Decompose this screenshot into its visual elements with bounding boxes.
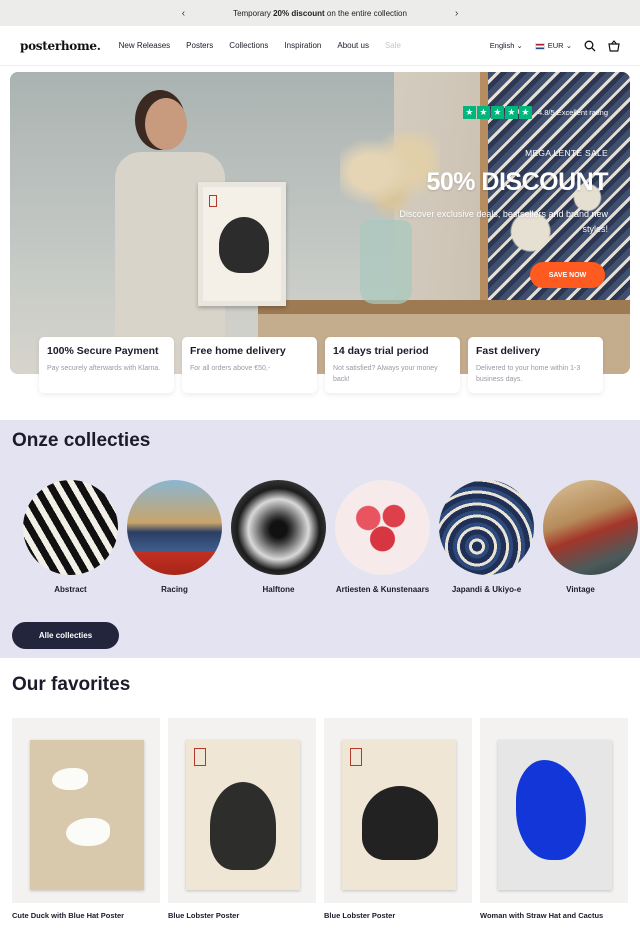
collection-image — [439, 480, 534, 575]
collection-abstract[interactable]: Abstract — [23, 480, 118, 596]
nav-sale[interactable]: Sale — [385, 41, 401, 50]
feature-title: Fast delivery — [476, 345, 541, 357]
collection-label: Artiesten & Kunstenaars — [335, 585, 430, 594]
header-actions: English ⌄ EUR ⌄ — [490, 39, 620, 52]
collections-carousel: Abstract Racing Halftone Artiesten & Kun… — [23, 480, 638, 596]
feature-title: 14 days trial period — [333, 345, 429, 357]
collections-section: Onze collecties Abstract Racing Halftone… — [0, 420, 640, 658]
collection-label: Vintage — [566, 585, 595, 594]
hero-subtext: Discover exclusive deals, bestsellers an… — [399, 209, 608, 235]
collection-label: Halftone — [262, 585, 295, 594]
collection-image — [23, 480, 118, 575]
chevron-down-icon: ⌄ — [516, 41, 523, 50]
product-card[interactable]: Woman with Straw Hat and Cactus — [480, 718, 628, 920]
language-selector[interactable]: English ⌄ — [490, 41, 523, 50]
basket-icon[interactable] — [608, 39, 620, 52]
nav-new-releases[interactable]: New Releases — [119, 41, 171, 50]
feature-text: Delivered to your home within 1-3 busine… — [476, 365, 581, 383]
hero-banner: ★ ★ ★ ★ ★ 4.8/5 Excellent rating MEGA LE… — [10, 72, 630, 374]
collection-vintage[interactable]: Vintage — [543, 480, 638, 596]
trustpilot-rating[interactable]: ★ ★ ★ ★ ★ 4.8/5 Excellent rating — [462, 106, 608, 119]
collection-image — [231, 480, 326, 575]
announcement-prefix: Temporary — [233, 8, 274, 18]
feature-text: For all orders above €50,- — [190, 365, 271, 372]
hero-frog — [219, 217, 269, 273]
feature-trial-period: 14 days trial period Not satisfied? Alwa… — [325, 337, 460, 393]
feature-text: Not satisfied? Always your money back! — [333, 365, 438, 383]
main-nav: New Releases Posters Collections Inspira… — [119, 41, 401, 50]
nav-collections[interactable]: Collections — [229, 41, 268, 50]
collection-image — [127, 480, 222, 575]
feature-free-delivery: Free home delivery For all orders above … — [182, 337, 317, 393]
product-image — [168, 718, 316, 903]
star-icon: ★ — [490, 106, 504, 119]
collection-label: Abstract — [54, 585, 87, 594]
collection-artists[interactable]: Artiesten & Kunstenaars — [335, 480, 430, 596]
rating-text: 4.8/5 Excellent rating — [537, 108, 608, 117]
feature-fast-delivery: Fast delivery Delivered to your home wit… — [468, 337, 603, 393]
favorites-heading: Our favorites — [12, 674, 131, 695]
product-title: Blue Lobster Poster — [324, 911, 396, 920]
nav-about-us[interactable]: About us — [337, 41, 369, 50]
hero-kicker: MEGA LENTE SALE — [525, 148, 608, 158]
nav-posters[interactable]: Posters — [186, 41, 213, 50]
all-collections-button[interactable]: Alle collecties — [12, 622, 119, 649]
feature-secure-payment: 100% Secure Payment Pay securely afterwa… — [39, 337, 174, 393]
usp-features: 100% Secure Payment Pay securely afterwa… — [39, 337, 603, 393]
collection-japandi[interactable]: Japandi & Ukiyo-e — [439, 480, 534, 596]
hero-model-head — [145, 98, 187, 150]
star-icon: ★ — [518, 106, 532, 119]
star-icon: ★ — [476, 106, 490, 119]
logo[interactable]: posterhome. — [20, 39, 101, 53]
language-label: English — [489, 41, 515, 50]
blue-figure-poster — [498, 740, 612, 890]
product-title: Cute Duck with Blue Hat Poster — [12, 911, 125, 920]
star-icon: ★ — [462, 106, 476, 119]
chevron-left-icon[interactable]: ‹ — [182, 8, 185, 19]
product-title: Woman with Straw Hat and Cactus — [480, 911, 604, 920]
duck-poster — [30, 740, 144, 890]
collection-racing[interactable]: Racing — [127, 480, 222, 596]
star-icon: ★ — [504, 106, 518, 119]
hero-shelf — [258, 300, 630, 314]
chevron-right-icon[interactable]: › — [455, 8, 458, 19]
frog-poster — [342, 740, 456, 890]
product-title: Blue Lobster Poster — [168, 911, 240, 920]
product-image — [12, 718, 160, 903]
announcement-suffix: on the entire collection — [324, 8, 407, 18]
collection-image — [543, 480, 638, 575]
collection-halftone[interactable]: Halftone — [231, 480, 326, 596]
collection-label: Racing — [161, 585, 188, 594]
product-card[interactable]: Blue Lobster Poster — [168, 718, 316, 920]
favorites-grid: Cute Duck with Blue Hat Poster Blue Lobs… — [12, 718, 628, 920]
feature-text: Pay securely afterwards with Klarna. — [47, 365, 161, 372]
product-card[interactable]: Blue Lobster Poster — [324, 718, 472, 920]
rating-stars: ★ ★ ★ ★ ★ — [462, 106, 532, 119]
frog-poster — [186, 740, 300, 890]
site-header: posterhome. New Releases Posters Collect… — [0, 26, 640, 66]
chevron-down-icon: ⌄ — [565, 41, 572, 50]
hero-frog-stamp — [209, 195, 217, 207]
collections-heading: Onze collecties — [12, 430, 151, 451]
search-icon[interactable] — [584, 40, 596, 52]
feature-title: Free home delivery — [190, 345, 286, 357]
product-image — [480, 718, 628, 903]
feature-title: 100% Secure Payment — [47, 345, 159, 357]
product-image — [324, 718, 472, 903]
announcement-text: Temporary 20% discount on the entire col… — [233, 9, 407, 18]
nav-inspiration[interactable]: Inspiration — [284, 41, 321, 50]
save-now-button[interactable]: SAVE NOW — [530, 262, 605, 288]
product-card[interactable]: Cute Duck with Blue Hat Poster — [12, 718, 160, 920]
nl-flag-icon — [534, 42, 545, 50]
currency-selector[interactable]: EUR ⌄ — [534, 41, 572, 50]
hero-headline: 50% DISCOUNT — [426, 168, 608, 196]
announcement-bar: ‹ Temporary 20% discount on the entire c… — [0, 0, 640, 26]
hero-frog-poster — [198, 182, 286, 306]
collection-image — [335, 480, 430, 575]
collection-label: Japandi & Ukiyo-e — [451, 585, 522, 594]
hero-text: MEGA LENTE SALE 50% DISCOUNT Discover ex… — [388, 148, 608, 238]
announcement-highlight: 20% discount — [273, 8, 325, 18]
favorites-section: Our favorites Cute Duck with Blue Hat Po… — [0, 658, 640, 930]
currency-label: EUR — [547, 41, 564, 50]
